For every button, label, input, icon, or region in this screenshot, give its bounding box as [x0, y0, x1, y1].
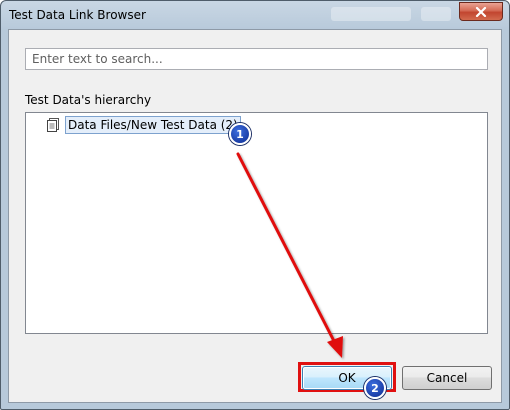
annotation-badge-1: 1 — [229, 123, 251, 145]
close-icon — [475, 6, 487, 17]
close-button[interactable] — [459, 2, 503, 21]
window-title: Test Data Link Browser — [9, 8, 146, 22]
search-input[interactable] — [25, 48, 488, 70]
background-window-ghost — [421, 7, 451, 21]
document-icon — [47, 118, 59, 132]
hierarchy-label: Test Data's hierarchy — [25, 93, 152, 107]
background-window-ghost — [331, 7, 411, 21]
dialog-window: Test Data Link Browser Test Data's hiera… — [0, 0, 510, 410]
tree-item-new-test-data[interactable]: Data Files/New Test Data (2) — [45, 116, 241, 134]
dialog-body: Test Data's hierarchy Data Files/New Tes… — [8, 29, 502, 403]
cancel-button[interactable]: Cancel — [402, 366, 492, 390]
tree-item-label: Data Files/New Test Data (2) — [65, 116, 241, 134]
title-bar[interactable]: Test Data Link Browser — [1, 1, 509, 29]
annotation-badge-2: 2 — [364, 377, 386, 399]
hierarchy-tree[interactable]: Data Files/New Test Data (2) — [25, 112, 488, 334]
